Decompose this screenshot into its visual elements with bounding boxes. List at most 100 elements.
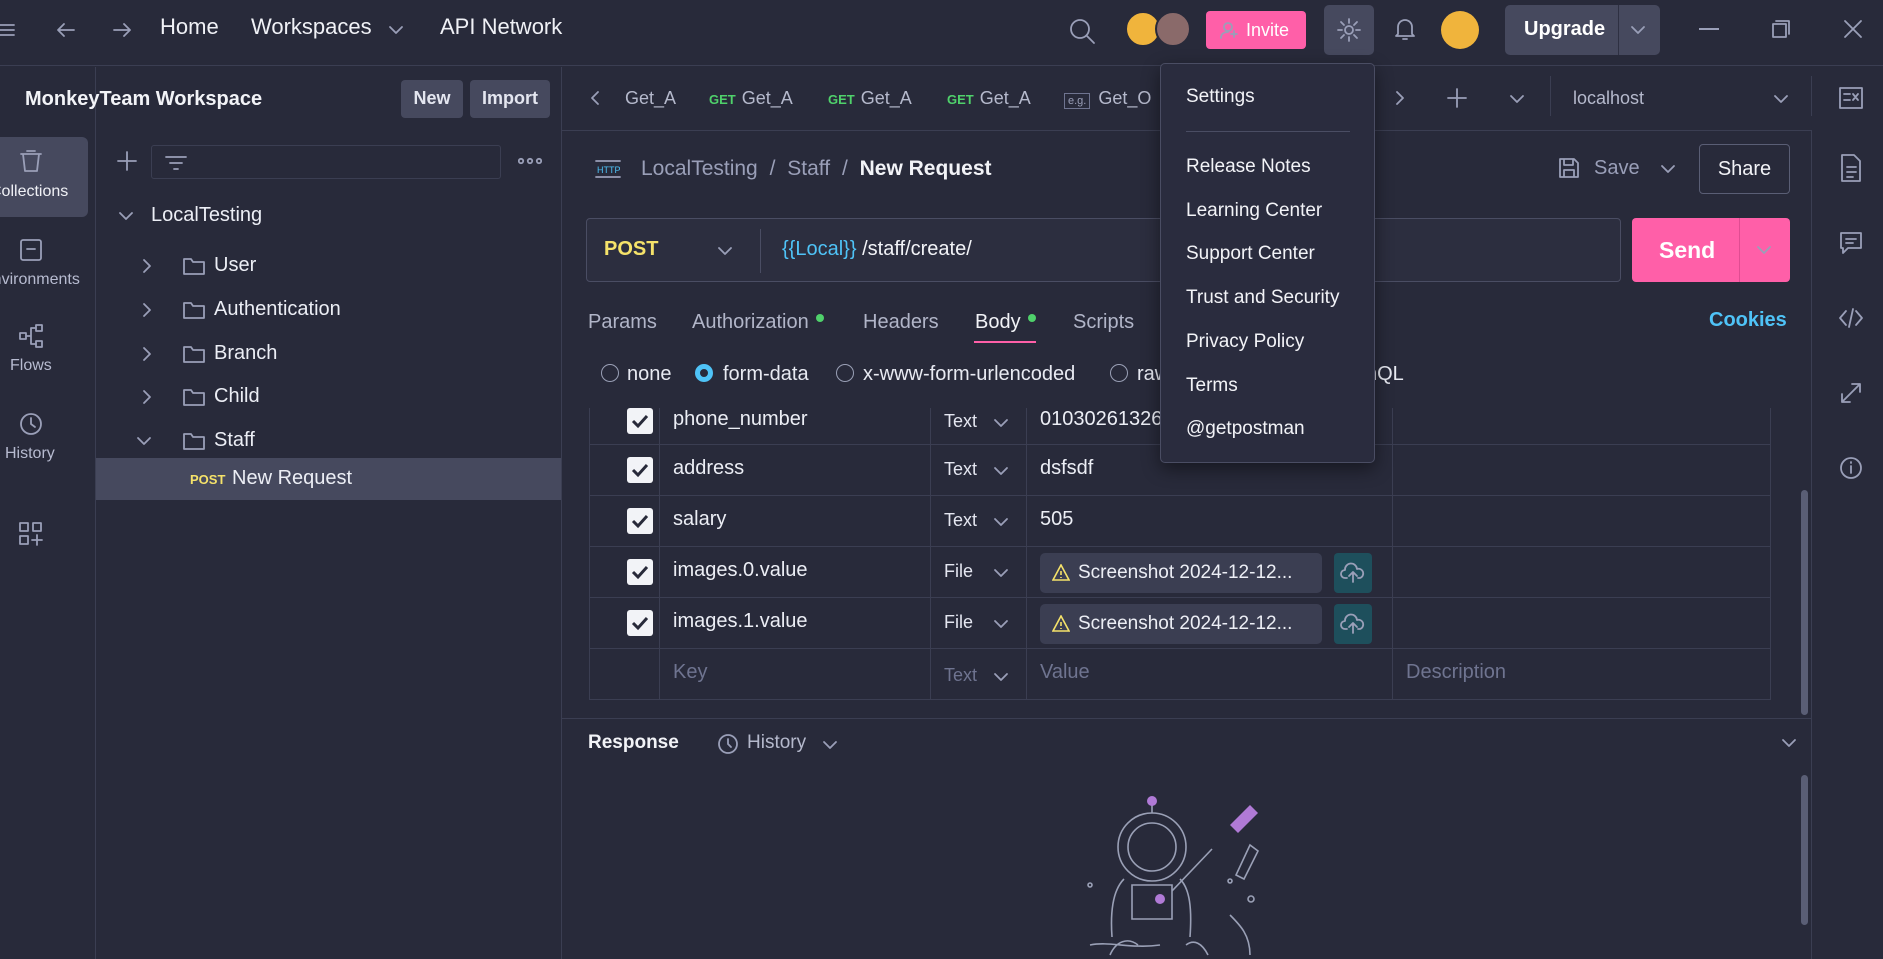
chevron-down-icon[interactable] [993,617,1009,631]
rail-item-history[interactable]: History [0,403,88,483]
import-button[interactable]: Import [470,80,550,118]
value-cell[interactable]: 01030261326 [1040,408,1162,431]
chevron-down-icon[interactable] [993,416,1009,430]
avatar[interactable] [1155,11,1191,47]
tab-params[interactable]: Params [588,311,657,334]
chevron-right-icon[interactable] [1393,90,1407,106]
table-row[interactable]: images.0.value File Screenshot 2024-12-1… [589,547,1771,598]
chevron-right-icon[interactable] [140,346,154,362]
file-chip[interactable]: Screenshot 2024-12-12... [1040,553,1322,593]
tab-request[interactable]: e.g. Get_O [1064,88,1151,109]
info-icon[interactable] [1838,455,1864,481]
radio-raw[interactable] [1110,364,1128,382]
upload-button[interactable] [1334,553,1372,593]
tab-authorization[interactable]: Authorization [692,311,809,334]
chevron-right-icon[interactable] [140,258,154,274]
value-placeholder[interactable]: Value [1040,661,1090,684]
folder-item[interactable]: Branch [140,335,560,375]
breadcrumb-item[interactable]: LocalTesting [641,157,758,180]
related-collections-icon[interactable] [1838,380,1864,406]
bell-icon[interactable] [1393,16,1417,42]
chevron-down-icon[interactable] [717,244,733,258]
upgrade-button[interactable]: Upgrade [1505,5,1660,55]
description-placeholder[interactable]: Description [1406,661,1506,684]
menu-item-support-center[interactable]: Support Center [1186,243,1315,265]
key-cell[interactable]: images.0.value [673,559,808,582]
add-widgets-icon[interactable] [18,521,44,547]
folder-item[interactable]: User [140,247,560,287]
folder-item[interactable]: Child [140,378,560,418]
comments-icon[interactable] [1838,230,1864,256]
collection-name[interactable]: LocalTesting [151,204,262,227]
row-checkbox[interactable] [627,457,653,483]
type-select[interactable]: Text [944,411,977,432]
chevron-down-icon[interactable] [118,209,134,223]
radio-urlencoded[interactable] [836,364,854,382]
key-cell[interactable]: phone_number [673,408,808,431]
row-checkbox[interactable] [627,508,653,534]
minimize-icon[interactable] [1699,28,1719,30]
menu-item-release-notes[interactable]: Release Notes [1186,156,1311,178]
key-placeholder[interactable]: Key [673,661,707,684]
chevron-right-icon[interactable] [140,389,154,405]
menu-item-privacy-policy[interactable]: Privacy Policy [1186,331,1304,353]
tab-body[interactable]: Body [975,311,1021,334]
share-button[interactable]: Share [1699,144,1790,194]
chevron-left-icon[interactable] [588,90,602,106]
documentation-icon[interactable] [1838,153,1864,183]
rail-item-collections[interactable]: Collections [0,137,88,217]
menu-item-terms[interactable]: Terms [1186,375,1238,397]
add-icon[interactable] [116,150,138,172]
radio-form-data[interactable] [695,364,713,382]
row-checkbox[interactable] [627,610,653,636]
chevron-right-icon[interactable] [140,302,154,318]
rail-item-environments[interactable]: Environments [0,227,88,307]
settings-button[interactable] [1324,5,1374,55]
type-select[interactable]: Text [944,459,977,480]
sidebar-item-new-request[interactable]: POST New Request [96,458,561,500]
maximize-icon[interactable] [1771,19,1791,39]
table-row-empty[interactable]: Key Text Value Description [589,649,1771,700]
chevron-down-icon[interactable] [1773,92,1789,106]
menu-item-getpostman[interactable]: @getpostman [1186,418,1305,440]
user-avatar[interactable] [1441,11,1479,49]
upload-button[interactable] [1334,604,1372,644]
chevron-down-icon[interactable] [1509,92,1525,106]
type-select[interactable]: File [944,561,973,582]
nav-home[interactable]: Home [160,14,219,40]
folder-item[interactable]: Staff [137,422,560,462]
environment-quicklook-icon[interactable] [1838,86,1864,110]
table-row[interactable]: images.1.value File Screenshot 2024-12-1… [589,598,1771,649]
tab-request[interactable]: GET Get_A [947,88,1031,109]
type-select[interactable]: File [944,612,973,633]
file-chip[interactable]: Screenshot 2024-12-12... [1040,604,1322,644]
nav-workspaces[interactable]: Workspaces [251,14,372,40]
chevron-down-icon[interactable] [1756,243,1772,257]
menu-item-trust-security[interactable]: Trust and Security [1186,287,1339,309]
search-icon[interactable] [1068,17,1096,45]
value-cell[interactable]: dsfsdf [1040,457,1093,480]
chevron-down-icon[interactable] [993,566,1009,580]
chevron-down-icon[interactable] [993,515,1009,529]
back-arrow-icon[interactable] [54,20,78,40]
radio-none[interactable] [601,364,619,382]
row-checkbox[interactable] [627,408,653,434]
menu-item-learning-center[interactable]: Learning Center [1186,200,1322,222]
tab-headers[interactable]: Headers [863,311,939,334]
environment-select[interactable]: localhost [1573,88,1644,109]
menu-item-settings[interactable]: Settings [1186,86,1255,108]
menu-icon[interactable] [0,20,16,40]
scrollbar[interactable] [1801,490,1808,715]
chevron-down-icon[interactable] [1630,23,1646,37]
type-select[interactable]: Text [944,665,977,686]
filter-input[interactable] [151,145,501,179]
nav-api-network[interactable]: API Network [440,14,562,40]
invite-button[interactable]: Invite [1206,11,1306,49]
type-select[interactable]: Text [944,510,977,531]
send-button[interactable]: Send [1659,237,1715,264]
chevron-down-icon[interactable] [388,23,404,37]
method-select[interactable]: POST [604,238,658,261]
folder-item[interactable]: Authentication [140,291,560,331]
key-cell[interactable]: address [673,457,744,480]
tab-scripts[interactable]: Scripts [1073,311,1134,334]
